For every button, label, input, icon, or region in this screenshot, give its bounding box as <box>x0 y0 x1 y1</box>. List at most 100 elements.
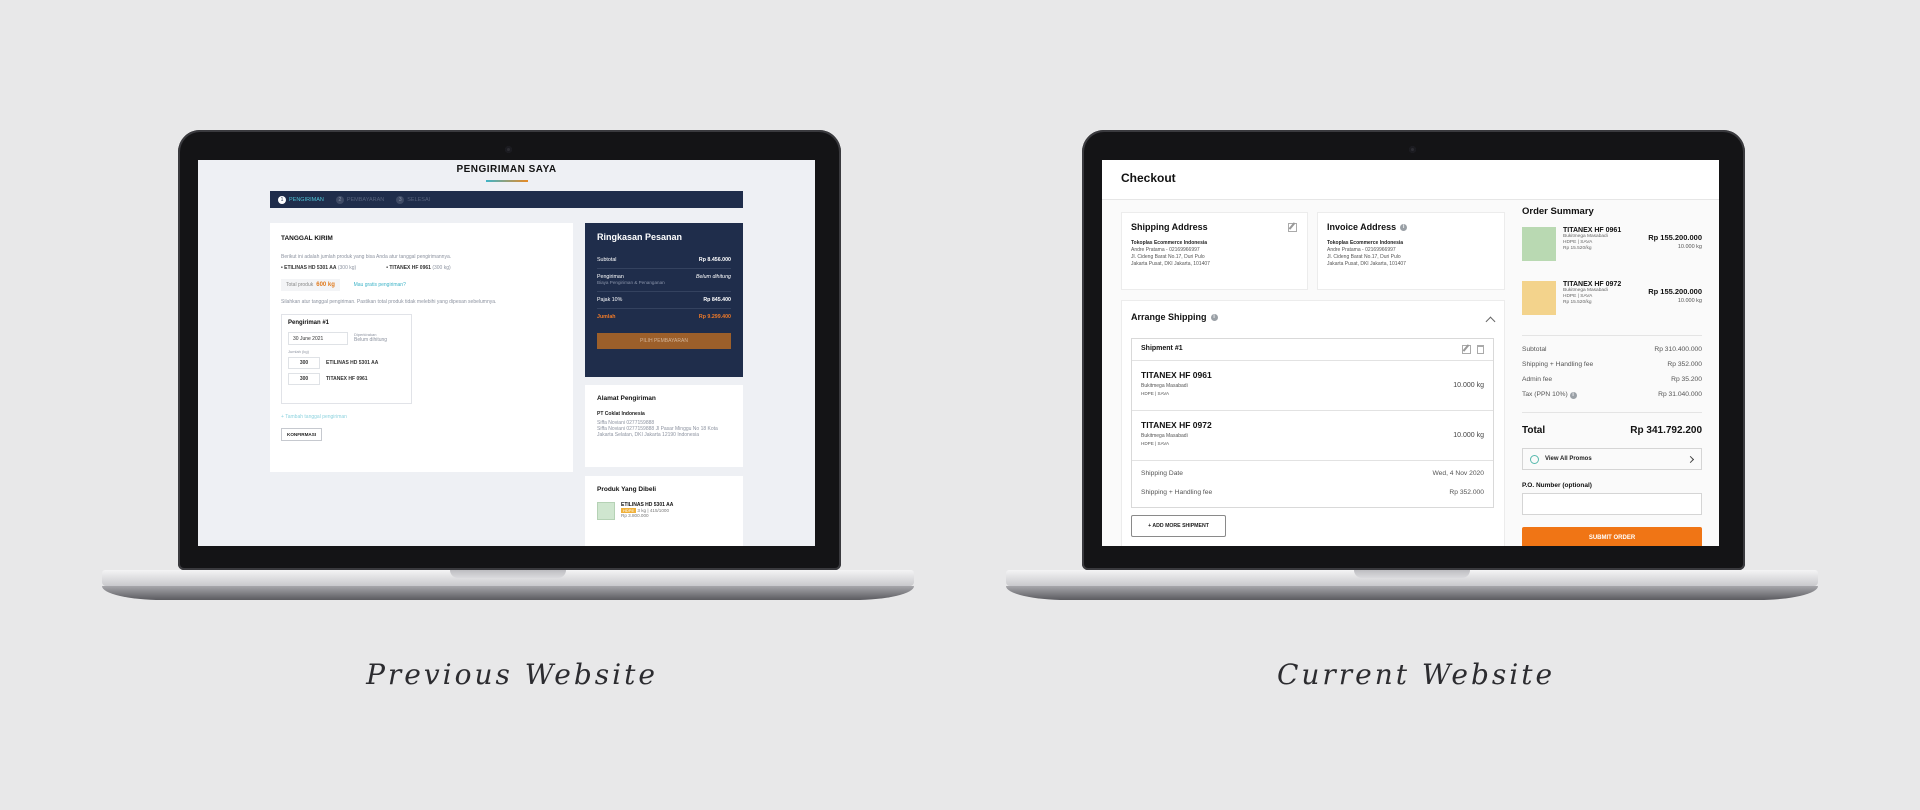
order-summary-title: Order Summary <box>1522 206 1594 217</box>
item-name: TITANEX HF 0972 <box>1563 281 1622 288</box>
step-shipping[interactable]: 1 PENGIRIMAN <box>278 195 324 204</box>
subtotal-row: Subtotal Rp 310.400.000 <box>1522 346 1702 353</box>
laptop-lid: PENGIRIMAN SAYA 1 PENGIRIMAN 2 PEMBAYARA… <box>178 130 841 570</box>
choose-payment-button[interactable]: PILIH PEMBAYARAN <box>597 333 731 349</box>
info-icon[interactable]: i <box>1210 313 1218 321</box>
total-chip: Total produk 600 kg <box>281 279 340 291</box>
chevron-right-icon <box>1686 455 1695 464</box>
add-more-shipment-button[interactable]: + ADD MORE SHIPMENT <box>1131 515 1226 537</box>
laptop-screen: PENGIRIMAN SAYA 1 PENGIRIMAN 2 PEMBAYARA… <box>198 160 815 546</box>
item-meta: HDPE | SAVA <box>1141 441 1170 446</box>
quantity-line: 300 TITANEX HF 0961 <box>288 373 405 385</box>
divider <box>1522 335 1702 336</box>
camera-icon <box>505 146 512 153</box>
info-icon[interactable]: i <box>1569 391 1577 399</box>
item-unit-price: Rp 15.520/kg <box>1563 300 1592 305</box>
confirm-button[interactable]: KONFIRMASI <box>281 428 323 441</box>
promo-label: View All Promos <box>1545 456 1592 462</box>
item-name: TITANEX HF 0972 <box>1141 420 1212 430</box>
subtotal-row: Subtotal Rp 8.456.000 <box>597 257 731 263</box>
add-date-link[interactable]: + Tambah tanggal pengiriman <box>281 414 562 420</box>
tax-row: Pajak 10% Rp 845.400 <box>597 291 731 308</box>
address-line: Siffa Noviani 0277159888 Jl Pasar Minggu… <box>597 426 718 438</box>
product-price: Rp 3.800.000 <box>621 513 649 518</box>
shipping-fee-row: Shipping + Handling fee Rp 352.000 <box>1522 361 1702 368</box>
shipping-date-row: Shipping Date Wed, 4 Nov 2020 <box>1141 470 1484 477</box>
title-underline <box>486 180 528 182</box>
summary-item: TITANEX HF 0961 Bukitmega Masabadi HDPE … <box>1522 227 1702 281</box>
intro-text: Berikut ini adalah jumlah produk yang bi… <box>281 254 452 260</box>
free-shipping-link[interactable]: Mau gratis pengiriman? <box>354 282 406 288</box>
item-name: TITANEX HF 0961 <box>1563 227 1622 234</box>
shipping-address-card: Shipping Address Tokoplas Ecommerce Indo… <box>1121 212 1308 290</box>
submit-order-button[interactable]: SUBMIT ORDER <box>1522 527 1702 546</box>
item-name: TITANEX HF 0961 <box>1141 370 1212 380</box>
shipping-address-card: Alamat Pengiriman PT Coklat Indonesia Si… <box>585 385 743 467</box>
item-weight: 10.000 kg <box>1453 432 1484 439</box>
caption-current: Current Website <box>1276 658 1556 691</box>
quantity-input[interactable]: 300 <box>288 373 320 385</box>
step-label: PENGIRIMAN <box>289 196 324 203</box>
shipment-item: TITANEX HF 0972 Bukitmega Masabadi HDPE … <box>1132 411 1493 461</box>
quantity-label: Jumlah (kg) <box>288 349 309 354</box>
section-heading: TANGGAL KIRIM <box>281 235 333 242</box>
order-summary: Order Summary TITANEX HF 0961 Bukitmega … <box>1522 206 1702 546</box>
quantity-input[interactable]: 300 <box>288 357 320 369</box>
page-title: Checkout <box>1121 171 1176 185</box>
item-weight: 10.000 kg <box>1453 382 1484 389</box>
info-icon[interactable]: i <box>1400 223 1408 231</box>
product-thumbnail <box>1522 281 1556 315</box>
product-thumbnail <box>1522 227 1556 261</box>
laptop-notch <box>450 570 566 578</box>
summary-title: Ringkasan Pesanan <box>597 232 683 242</box>
laptop-base-shadow <box>1006 586 1818 600</box>
laptop-lid: Checkout Shipping Address Tokoplas Ecomm… <box>1082 130 1745 570</box>
trash-icon[interactable] <box>1477 345 1484 354</box>
order-summary-card: Ringkasan Pesanan Subtotal Rp 8.456.000 P… <box>585 223 743 377</box>
camera-icon <box>1409 146 1416 153</box>
date-input[interactable]: 30 June 2021 <box>288 332 348 345</box>
edit-icon[interactable] <box>1288 223 1297 232</box>
item-price: Rp 155.200.000 10.000 kg <box>1648 233 1702 250</box>
caption-previous: Previous Website <box>366 658 658 691</box>
purchased-products-card: Produk Yang Dibeli ETILINAS HD 5301 AA H… <box>585 476 743 546</box>
promo-icon <box>1530 454 1539 464</box>
address-block: Tokoplas Ecommerce Indonesia Andre Prata… <box>1327 240 1406 267</box>
shipping-row: Pengiriman Biaya Pengiriman & Penanganan … <box>597 268 731 291</box>
step-number: 3 <box>396 195 405 204</box>
checkout-stepper: 1 PENGIRIMAN 2 PEMBAYARAN 3 SELESAI <box>270 191 743 208</box>
arrange-shipping-title: Arrange Shipping <box>1131 312 1207 322</box>
shipment-item: TITANEX HF 0961 Bukitmega Masabadi HDPE … <box>1132 361 1493 411</box>
step-done[interactable]: 3 SELESAI <box>396 195 431 204</box>
total-row: Jumlah Rp 9.299.400 <box>597 308 731 325</box>
previous-website: PENGIRIMAN SAYA 1 PENGIRIMAN 2 PEMBAYARA… <box>198 160 815 546</box>
shipping-date-card: TANGGAL KIRIM Berikut ini adalah jumlah … <box>270 223 573 472</box>
product-thumbnail <box>597 502 615 520</box>
instruction-text: Silahkan atur tanggal pengiriman. Pastik… <box>281 299 497 305</box>
step-payment[interactable]: 2 PEMBAYARAN <box>335 195 384 204</box>
po-number-label: P.O. Number (optional) <box>1522 482 1592 489</box>
invoice-address-card: Invoice Address i Tokoplas Ecommerce Indo… <box>1317 212 1505 290</box>
item-supplier: Bukitmega Masabadi <box>1141 383 1188 389</box>
shipping-address-title: Shipping Address <box>1131 222 1208 232</box>
step-number: 1 <box>278 195 286 204</box>
laptop-notch <box>1354 570 1470 578</box>
address-company: PT Coklat Indonesia <box>597 411 645 417</box>
total-row: Total Rp 341.792.200 <box>1522 412 1702 436</box>
po-number-input[interactable] <box>1522 493 1702 515</box>
tax-row: Tax (PPN 10%) i Rp 31.040.000 <box>1522 390 1702 399</box>
page-title: PENGIRIMAN SAYA <box>456 164 557 175</box>
edit-icon[interactable] <box>1462 345 1471 354</box>
current-website: Checkout Shipping Address Tokoplas Ecomm… <box>1102 160 1719 546</box>
view-promos-button[interactable]: View All Promos <box>1522 448 1702 470</box>
header-bar: Checkout <box>1102 160 1719 200</box>
summary-item: TITANEX HF 0972 Bukitmega Masabadi HDPE … <box>1522 281 1702 335</box>
address-block: Tokoplas Ecommerce Indonesia Andre Prata… <box>1131 240 1210 267</box>
step-label: SELESAI <box>407 196 431 203</box>
shipment-box: Shipment #1 TITANEX HF 0961 Bukitmega Ma… <box>1131 338 1494 508</box>
shipment-box: Pengiriman #1 30 June 2021 Diperkirakan … <box>281 314 412 404</box>
item-supplier: Bukitmega Masabadi <box>1141 433 1188 439</box>
shipment-title: Shipment #1 <box>1141 345 1183 352</box>
item-price: Rp 155.200.000 10.000 kg <box>1648 287 1702 304</box>
estimate-value: Belum dihitung <box>354 337 388 343</box>
